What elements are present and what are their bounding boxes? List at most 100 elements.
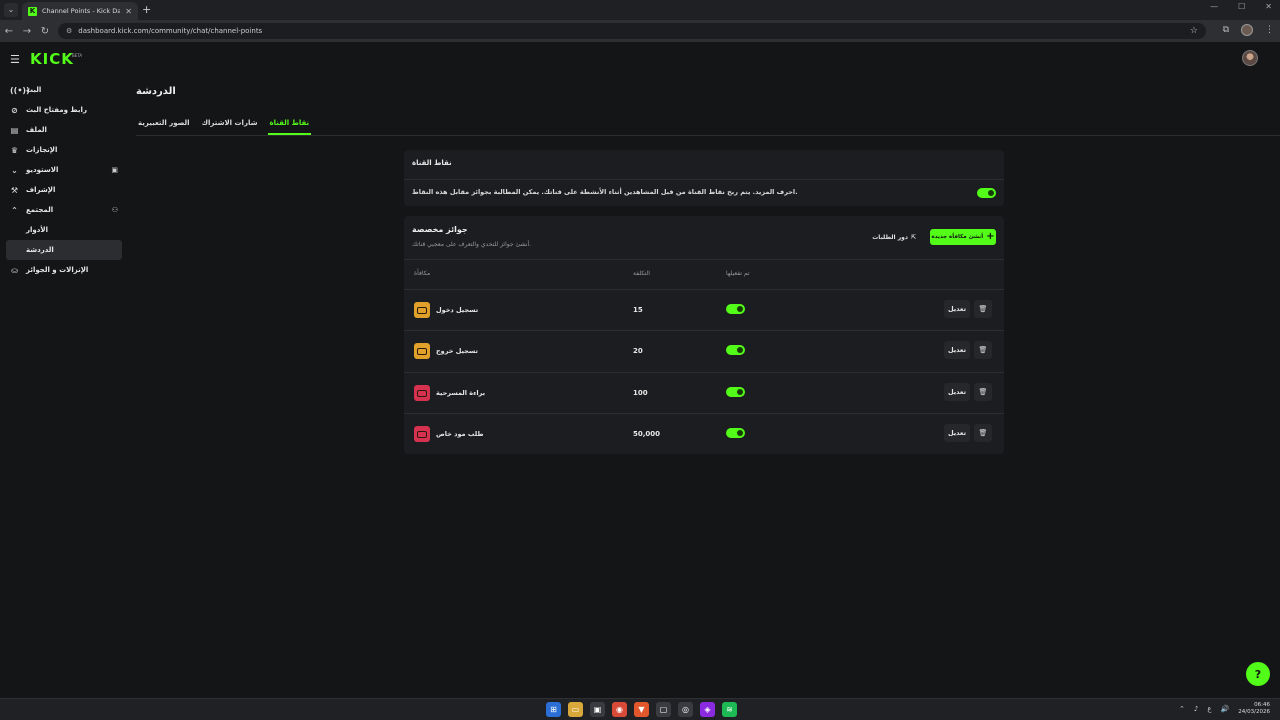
edit-button[interactable]: تعديل	[944, 383, 970, 401]
clock[interactable]: 06:46 24/03/2026	[1238, 702, 1270, 716]
chrome-icon[interactable]: ◉	[612, 702, 627, 717]
sidebar-item-label: الاستوديو	[26, 166, 59, 174]
window-controls: — ☐ ✕	[1210, 2, 1272, 11]
sidebar-item-label: الأدوار	[26, 226, 48, 234]
url-text[interactable]: dashboard.kick.com/community/chat/channe…	[78, 27, 1184, 35]
windows-start-icon[interactable]: ⊞	[546, 702, 561, 717]
sidebar-item-studio[interactable]: ⌄ الاستوديو ▣	[0, 160, 126, 180]
table-row: طلب مود خاص 50,000 تعديل 🗑	[404, 414, 1004, 455]
tabs-divider	[136, 135, 1280, 136]
language-indicator[interactable]: ع	[1207, 705, 1211, 713]
forward-icon[interactable]: →	[18, 26, 36, 37]
page-title: الدردشة	[136, 86, 176, 97]
reward-name: تسجيل خروج	[436, 347, 478, 355]
browser-tab[interactable]: K Channel Points - Kick Dashbo... ✕	[22, 2, 138, 20]
sidebar-item-label: المجتمع	[26, 206, 54, 214]
file-explorer-icon[interactable]: ▭	[568, 702, 583, 717]
studio-icon: ▣	[111, 166, 118, 174]
delete-icon[interactable]: 🗑	[974, 424, 992, 442]
community-icon: ⚇	[111, 206, 118, 214]
sidebar: ((•)) البث ⊘ رابط ومفتاح البث ▤ الملف ♛ …	[0, 80, 126, 280]
edit-button[interactable]: تعديل	[944, 300, 970, 318]
avatar[interactable]	[1242, 50, 1258, 66]
minimize-icon[interactable]: —	[1210, 2, 1218, 11]
reward-name: طلب مود خاص	[436, 430, 484, 438]
extensions-icon[interactable]: ⧉	[1223, 25, 1229, 35]
microphone-icon[interactable]: ♪	[1194, 705, 1198, 713]
sidebar-item-drops[interactable]: ⛀ الإنزالات و الجوائز	[0, 260, 126, 280]
link-icon: ⊘	[11, 105, 18, 115]
terminal-icon[interactable]: ▢	[656, 702, 671, 717]
sidebar-item-label: الملف	[26, 126, 47, 134]
brave-icon[interactable]: ▼	[634, 702, 649, 717]
new-reward-button[interactable]: أنشئ مكافأة جديدة +	[930, 229, 996, 245]
hamburger-menu-icon[interactable]: ☰	[10, 53, 20, 66]
address-bar-row: ← → ↻ ⚙ dashboard.kick.com/community/cha…	[0, 20, 1280, 42]
reward-enabled-toggle[interactable]	[726, 387, 745, 397]
volume-icon[interactable]: 🔊	[1221, 705, 1230, 713]
chevron-up-icon: ⌃	[11, 205, 18, 215]
divider	[404, 259, 1004, 260]
chevron-down-icon: ⌄	[11, 165, 18, 175]
table-row: براءة المسرحية 100 تعديل 🗑	[404, 373, 1004, 414]
delete-icon[interactable]: 🗑	[974, 341, 992, 359]
obs-icon[interactable]: ◎	[678, 702, 693, 717]
tab-search-icon[interactable]: ⌄	[4, 3, 18, 17]
sidebar-item-chat[interactable]: الدردشة	[6, 240, 122, 260]
reload-icon[interactable]: ↻	[36, 26, 54, 37]
edit-button[interactable]: تعديل	[944, 341, 970, 359]
clock-time: 06:46	[1254, 702, 1270, 708]
reward-enabled-toggle[interactable]	[726, 428, 745, 438]
edit-button[interactable]: تعديل	[944, 424, 970, 442]
spotify-icon[interactable]: ≋	[722, 702, 737, 717]
reward-enabled-toggle[interactable]	[726, 345, 745, 355]
maximize-icon[interactable]: ☐	[1238, 2, 1245, 11]
delete-icon[interactable]: 🗑	[974, 300, 992, 318]
sidebar-item-label: الدردشة	[26, 246, 54, 254]
sidebar-item-label: رابط ومفتاح البث	[26, 106, 87, 114]
tray-chevron-icon[interactable]: ⌃	[1179, 705, 1185, 713]
browser-profile-icon[interactable]	[1241, 24, 1253, 36]
back-icon[interactable]: ←	[0, 26, 18, 37]
sidebar-item-stream[interactable]: ((•)) البث	[0, 80, 126, 100]
channel-points-title: نقاط القناة	[412, 159, 452, 167]
reward-ticket-icon	[414, 385, 430, 401]
new-reward-label: أنشئ مكافأة جديدة	[931, 234, 984, 240]
help-chat-icon[interactable]: ?	[1246, 662, 1270, 686]
manage-requests-button[interactable]: دور الطلبات ⇱	[866, 229, 922, 245]
store-icon[interactable]: ▣	[590, 702, 605, 717]
moderation-icon: ⚒	[10, 185, 19, 195]
tab-channel-points[interactable]: نقاط القناة	[267, 116, 312, 135]
sidebar-item-moderation[interactable]: ⚒ الإشراف	[0, 180, 126, 200]
external-link-icon: ⇱	[910, 233, 916, 241]
site-info-icon[interactable]: ⚙	[66, 27, 72, 35]
sidebar-item-roles[interactable]: الأدوار	[0, 220, 126, 240]
channel-points-toggle[interactable]	[977, 188, 996, 198]
omnibox[interactable]: ⚙ dashboard.kick.com/community/chat/chan…	[58, 23, 1206, 39]
reward-name: تسجيل دخول	[436, 306, 479, 314]
tab-subscriber-badges[interactable]: شارات الاشتراك	[200, 116, 260, 135]
new-tab-icon[interactable]: +	[142, 3, 151, 17]
custom-rewards-title: جوائز مخصصة	[412, 225, 468, 234]
close-tab-icon[interactable]: ✕	[125, 7, 132, 16]
browser-menu-icon[interactable]: ⋮	[1265, 25, 1274, 35]
reward-name: براءة المسرحية	[436, 389, 486, 397]
reward-cost: 100	[633, 389, 648, 397]
table-row: تسجيل خروج 20 تعديل 🗑	[404, 331, 1004, 372]
kick-logo[interactable]: KICK	[30, 50, 74, 68]
delete-icon[interactable]: 🗑	[974, 383, 992, 401]
bookmark-star-icon[interactable]: ☆	[1190, 26, 1198, 36]
sidebar-item-community[interactable]: ⌃ المجتمع ⚇	[0, 200, 126, 220]
file-icon: ▤	[10, 125, 19, 135]
sidebar-item-achievements[interactable]: ♛ الإنجازات	[0, 140, 126, 160]
reward-enabled-toggle[interactable]	[726, 304, 745, 314]
sidebar-item-profile[interactable]: ▤ الملف	[0, 120, 126, 140]
sidebar-item-label: البث	[26, 86, 42, 94]
dashboard-app: ☰ KICK BETA ((•)) البث ⊘ رابط ومفتاح الب…	[0, 44, 1280, 700]
tab-emotes[interactable]: الصور التعبيرية	[136, 116, 192, 135]
window-close-icon[interactable]: ✕	[1265, 2, 1272, 11]
discord-icon[interactable]: ◈	[700, 702, 715, 717]
sidebar-item-stream-key[interactable]: ⊘ رابط ومفتاح البث	[0, 100, 126, 120]
column-header-cost: التكلفة	[633, 270, 650, 277]
sidebar-item-label: الإنزالات و الجوائز	[26, 266, 89, 274]
